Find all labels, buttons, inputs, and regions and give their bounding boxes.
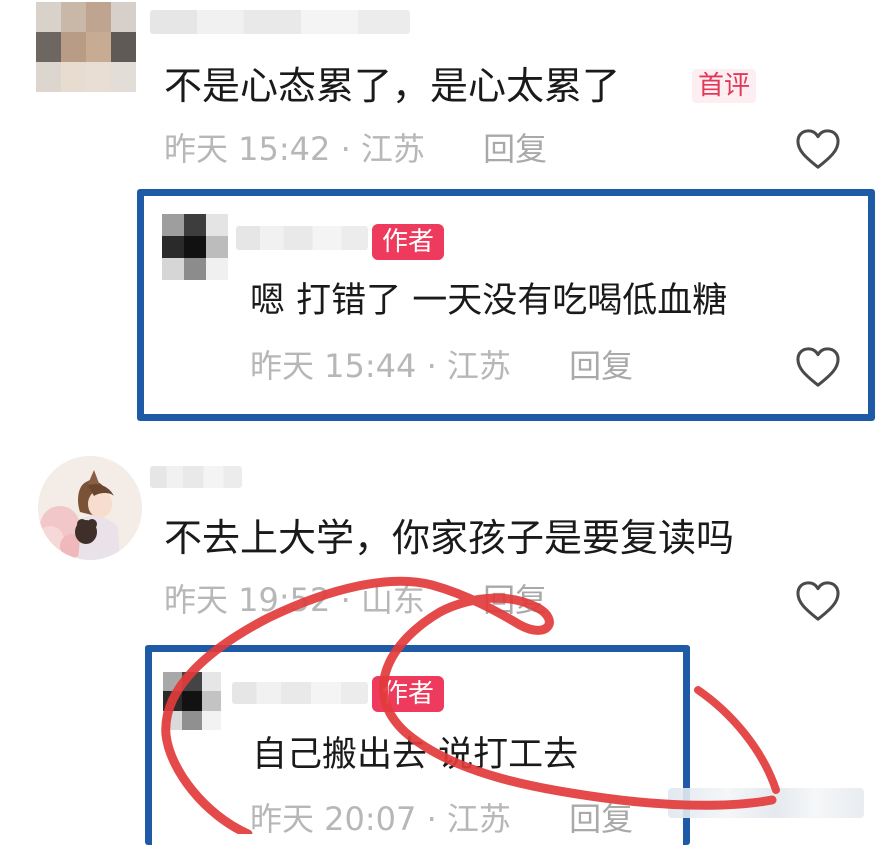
first-comment-badge: 首评 (692, 69, 757, 103)
reply-location: 江苏 (446, 800, 511, 838)
comment-text: 不是心态累了，是心太累了 (164, 64, 621, 108)
reply-time: 昨天 15:44 (250, 347, 417, 385)
avatar[interactable] (38, 456, 142, 560)
comment-time: 昨天 15:42 (164, 130, 331, 168)
comment-location: 江苏 (360, 130, 425, 168)
reply-button[interactable]: 回复 (569, 347, 633, 385)
reply-text: 自己搬出去 说打工去 (252, 735, 579, 775)
reply-location: 江苏 (446, 347, 511, 385)
reply-button[interactable]: 回复 (483, 130, 547, 168)
username-blurred (150, 10, 410, 34)
comment-meta: 昨天 19:52 · 山东 回复 (164, 581, 548, 619)
author-badge: 作者 (372, 676, 445, 712)
avatar-illustration (38, 456, 142, 560)
reply-button[interactable]: 回复 (483, 581, 547, 619)
author-avatar[interactable] (162, 214, 228, 280)
reply-meta: 昨天 20:07 · 江苏 回复 (250, 800, 634, 838)
comment-location: 山东 (360, 581, 425, 619)
like-heart-icon[interactable] (795, 346, 841, 388)
username-blurred (150, 466, 242, 488)
reply-time: 昨天 20:07 (250, 800, 417, 838)
comment-meta: 昨天 15:42 · 江苏 回复 (164, 130, 548, 168)
author-name-blurred (232, 682, 368, 704)
reply-button[interactable]: 回复 (569, 800, 633, 838)
author-avatar[interactable] (163, 672, 221, 730)
watermark-blurred (668, 788, 864, 818)
reply-meta: 昨天 15:44 · 江苏 回复 (250, 347, 634, 385)
comment-time: 昨天 19:52 (164, 581, 331, 619)
reply-text: 嗯 打错了 一天没有吃喝低血糖 (250, 281, 728, 321)
author-name-blurred (236, 226, 368, 250)
comment-text: 不去上大学，你家孩子是要复读吗 (164, 516, 735, 560)
avatar[interactable] (36, 2, 136, 92)
like-heart-icon[interactable] (795, 128, 841, 170)
author-badge: 作者 (372, 224, 445, 260)
like-heart-icon[interactable] (795, 580, 841, 622)
